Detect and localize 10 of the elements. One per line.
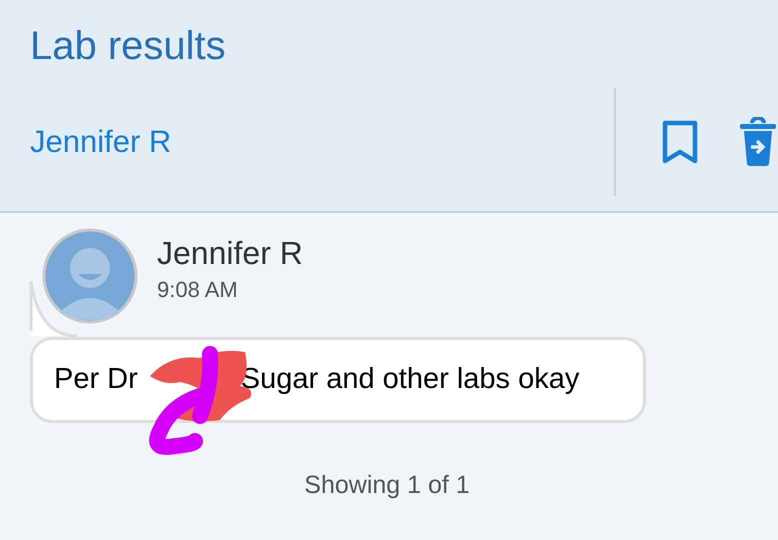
message-text: Sugar and other labs okay	[240, 362, 580, 398]
result-count: Showing 1 of 1	[304, 470, 470, 501]
message-text: Per Dr	[54, 362, 138, 398]
avatar-icon	[42, 228, 138, 324]
page-title: Lab results	[30, 23, 226, 70]
bookmark-icon	[662, 120, 698, 164]
author-name: Jennifer R	[157, 234, 303, 273]
delete-button[interactable]	[738, 115, 778, 169]
message-time: 9:08 AM	[157, 276, 238, 304]
sender-name: Jennifer R	[30, 122, 172, 161]
